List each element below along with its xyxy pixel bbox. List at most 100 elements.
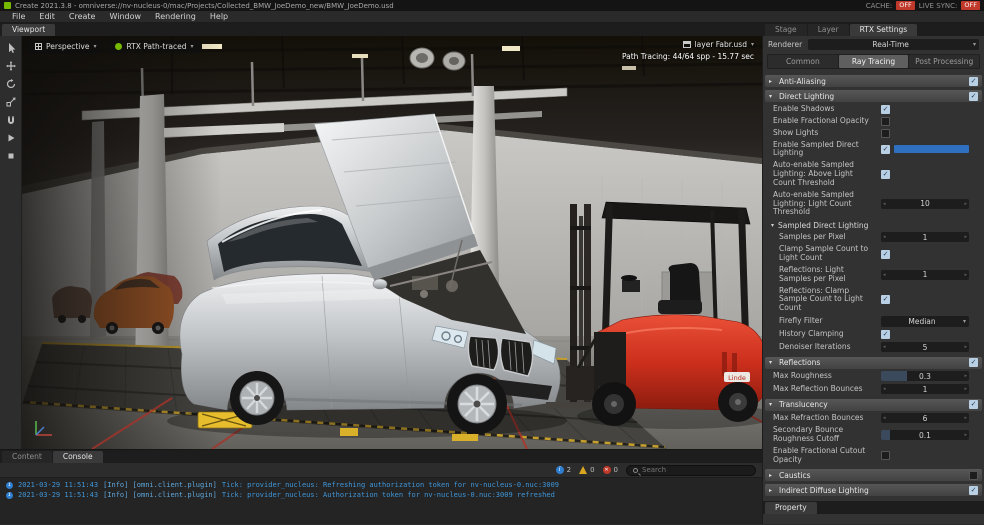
property-panel-empty — [763, 514, 984, 524]
tab-ray-tracing[interactable]: Ray Tracing — [839, 55, 909, 68]
secondary-bounce-cutoff-field[interactable]: 0.1 — [881, 430, 969, 440]
reflections-checkbox[interactable] — [969, 358, 978, 367]
chevron-down-icon: ▾ — [973, 41, 976, 48]
snap-tool-button[interactable] — [3, 112, 19, 127]
left-toolbar — [0, 36, 22, 449]
viewport-toolbar: Perspective ▾ RTX Path-traced ▾ — [28, 40, 201, 53]
menu-edit[interactable]: Edit — [33, 12, 61, 21]
render-mode-selector[interactable]: RTX Path-traced ▾ — [108, 40, 200, 53]
renderer-dropdown[interactable]: Real-Time ▾ — [808, 39, 979, 50]
setting-label: Firefly Filter — [779, 317, 877, 326]
select-tool-button[interactable] — [3, 40, 19, 55]
log-message: Tick: provider_nucleus: Refreshing autho… — [222, 481, 559, 489]
show-lights-checkbox[interactable] — [881, 129, 890, 138]
menu-window[interactable]: Window — [103, 12, 147, 21]
enable-shadows-checkbox[interactable] — [881, 105, 890, 114]
tab-content[interactable]: Content — [2, 451, 52, 463]
setting-row: Enable Shadows — [763, 103, 984, 115]
tab-property[interactable]: Property — [765, 502, 817, 514]
chevron-down-icon: ▾ — [769, 401, 775, 408]
live-sync-label: LIVE SYNC: — [919, 2, 958, 10]
setting-row: Reflections: Light Samples per Pixel 1 — [763, 264, 984, 285]
search-input[interactable] — [642, 466, 749, 474]
menu-help[interactable]: Help — [204, 12, 234, 21]
samples-per-pixel-field[interactable]: 1 — [881, 232, 969, 242]
light-count-threshold-field[interactable]: 10 — [881, 199, 969, 209]
section-reflections[interactable]: ▾ Reflections — [765, 357, 982, 369]
magnet-icon — [6, 115, 16, 125]
direct-lighting-checkbox[interactable] — [969, 92, 978, 101]
setting-label: Max Refraction Bounces — [773, 414, 877, 423]
caustics-checkbox[interactable] — [969, 471, 978, 480]
stop-button[interactable] — [3, 148, 19, 163]
translucency-checkbox[interactable] — [969, 400, 978, 409]
info-count: 2 — [567, 466, 571, 474]
error-count-badge[interactable]: 0 — [603, 466, 618, 474]
cache-status-badge[interactable]: OFF — [896, 1, 915, 10]
setting-row: Max Roughness 0.3 — [763, 370, 984, 383]
titlebar: Create 2021.3.8 - omniverse://nv-nucleus… — [0, 0, 984, 11]
subsection-sampled-direct-lighting[interactable]: ▾ Sampled Direct Lighting — [763, 219, 984, 231]
chevron-down-icon: ▾ — [93, 42, 96, 51]
section-indirect-diffuse[interactable]: ▸ Indirect Diffuse Lighting — [765, 484, 982, 496]
tab-layer[interactable]: Layer — [808, 24, 849, 36]
viewport-3d[interactable]: Linde Perspective ▾ — [22, 36, 762, 449]
reflections-clamp-checkbox[interactable] — [881, 295, 890, 304]
play-button[interactable] — [3, 130, 19, 145]
tab-rtx-settings[interactable]: RTX Settings — [850, 24, 918, 36]
setting-label: Max Reflection Bounces — [773, 385, 877, 394]
section-label: Indirect Diffuse Lighting — [779, 486, 869, 495]
fractional-cutout-checkbox[interactable] — [881, 451, 890, 460]
console-log-area[interactable]: 2021-03-29 11:51:43 [Info] [omni.client.… — [0, 478, 762, 524]
renderer-label: Renderer — [768, 40, 802, 49]
max-refraction-bounces-field[interactable]: 6 — [881, 413, 969, 423]
sampled-direct-lighting-checkbox[interactable] — [881, 145, 890, 154]
setting-row: Show Lights — [763, 127, 984, 139]
tab-stage[interactable]: Stage — [765, 24, 807, 36]
setting-row: Secondary Bounce Roughness Cutoff 0.1 — [763, 425, 984, 446]
tab-common[interactable]: Common — [768, 55, 838, 68]
chevron-down-icon: ▾ — [191, 42, 194, 51]
warning-count-badge[interactable]: 0 — [579, 466, 594, 474]
info-icon — [556, 466, 564, 474]
section-direct-lighting[interactable]: ▾ Direct Lighting — [765, 90, 982, 102]
rotate-tool-button[interactable] — [3, 76, 19, 91]
chevron-right-icon: ▸ — [769, 472, 775, 479]
rtx-subtabs: Common Ray Tracing Post Processing — [767, 54, 980, 69]
menu-rendering[interactable]: Rendering — [149, 12, 202, 21]
camera-selector[interactable]: Perspective ▾ — [28, 40, 103, 53]
section-anti-aliasing[interactable]: ▸ Anti-Aliasing — [765, 75, 982, 87]
max-reflection-bounces-field[interactable]: 1 — [881, 384, 969, 394]
section-caustics[interactable]: ▸ Caustics — [765, 469, 982, 481]
tab-post-processing[interactable]: Post Processing — [909, 55, 979, 68]
reflections-spp-field[interactable]: 1 — [881, 270, 969, 280]
search-icon — [633, 468, 638, 473]
firefly-filter-dropdown[interactable]: Median ▾ — [881, 316, 969, 327]
section-translucency[interactable]: ▾ Translucency — [765, 399, 982, 411]
denoiser-iterations-field[interactable]: 5 — [881, 342, 969, 352]
layer-selector[interactable]: layer Fabr.usd ▾ — [622, 40, 754, 49]
tab-viewport[interactable]: Viewport — [2, 24, 55, 36]
menu-create[interactable]: Create — [63, 12, 102, 21]
anti-aliasing-checkbox[interactable] — [969, 77, 978, 86]
auto-enable-sampled-checkbox[interactable] — [881, 170, 890, 179]
info-count-badge[interactable]: 2 — [556, 466, 571, 474]
setting-label: Reflections: Clamp Sample Count to Light… — [779, 287, 877, 314]
console-search — [626, 465, 756, 476]
setting-row: Denoiser Iterations 5 — [763, 341, 984, 354]
history-clamping-checkbox[interactable] — [881, 330, 890, 339]
setting-label: Max Roughness — [773, 372, 877, 381]
renderer-value: Real-Time — [872, 40, 909, 49]
clamp-sample-count-checkbox[interactable] — [881, 250, 890, 259]
camera-icon — [35, 43, 42, 50]
indirect-diffuse-checkbox[interactable] — [969, 486, 978, 495]
move-tool-button[interactable] — [3, 58, 19, 73]
scale-tool-button[interactable] — [3, 94, 19, 109]
tab-console[interactable]: Console — [53, 451, 103, 463]
chevron-right-icon: ▸ — [769, 78, 775, 85]
max-roughness-field[interactable]: 0.3 — [881, 371, 969, 381]
log-source: [Info] [omni.client.plugin] — [103, 481, 217, 489]
live-sync-status-badge[interactable]: OFF — [961, 1, 980, 10]
menu-file[interactable]: File — [6, 12, 31, 21]
fractional-opacity-checkbox[interactable] — [881, 117, 890, 126]
